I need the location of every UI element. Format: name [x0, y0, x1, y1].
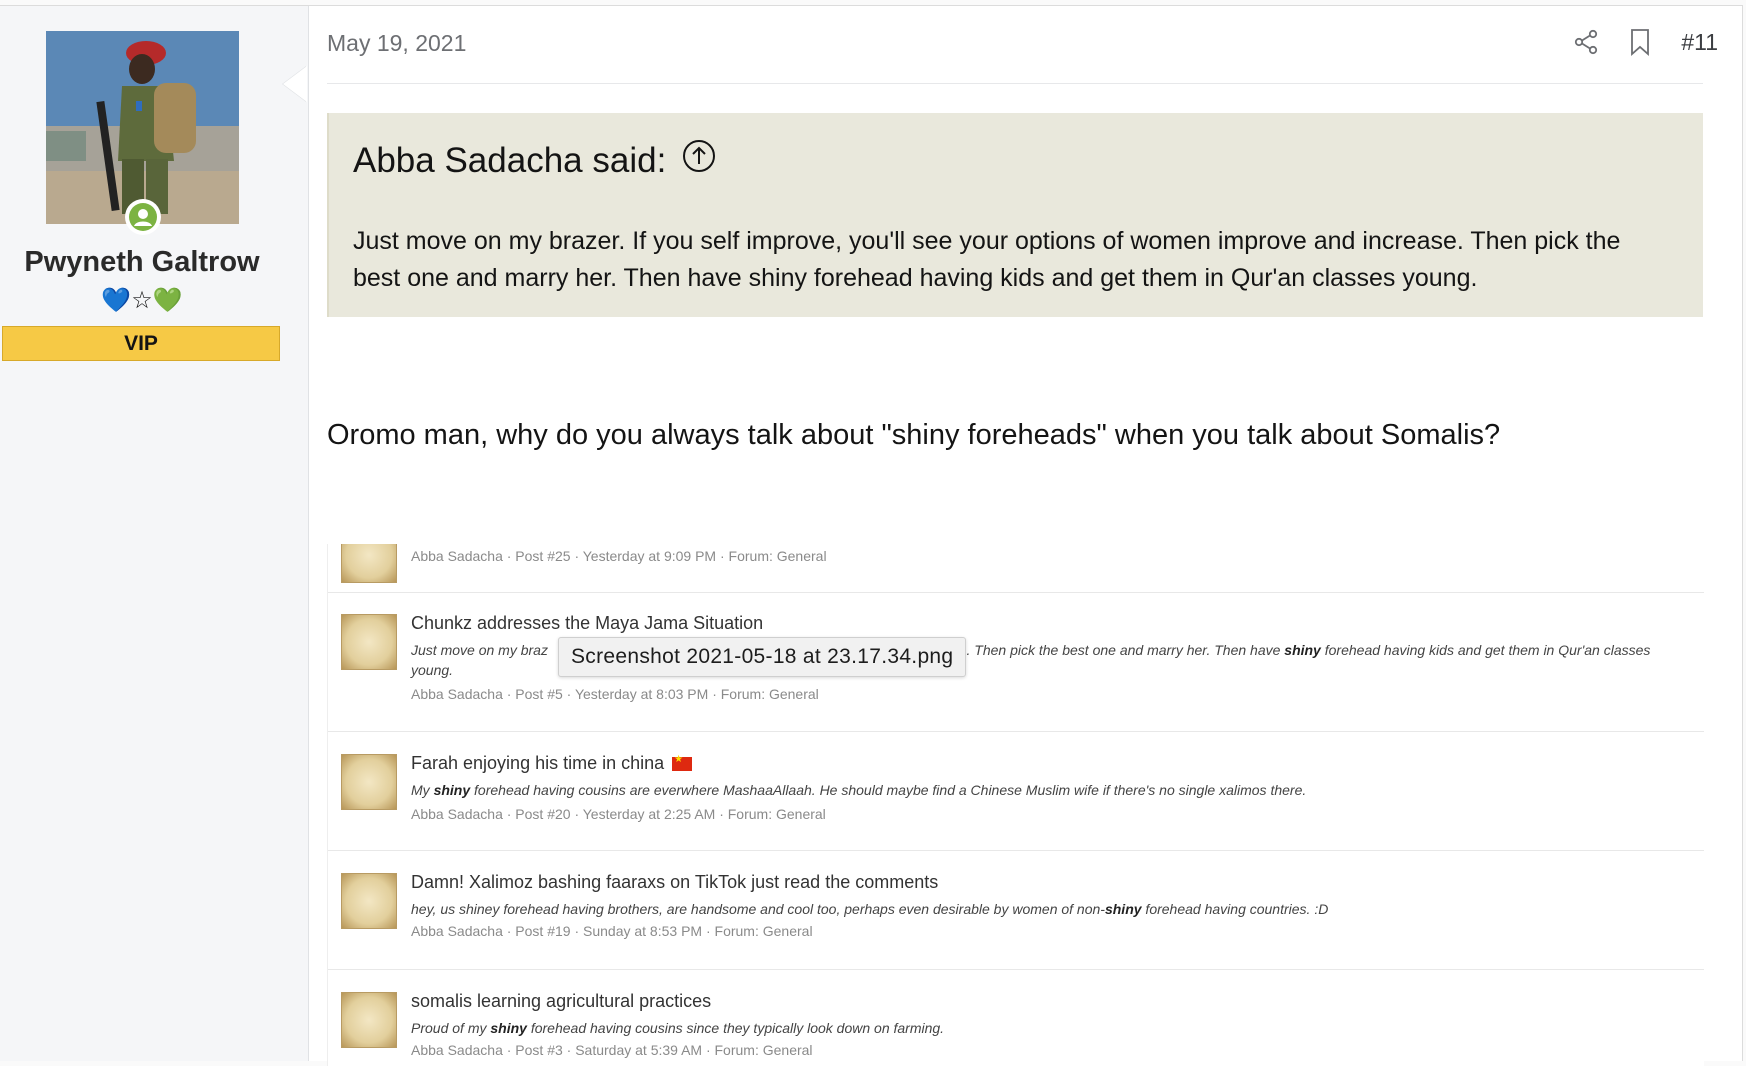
blue-heart-icon: 💙	[101, 286, 132, 314]
search-result-row[interactable]: somalis learning agricultural practices …	[328, 970, 1704, 1066]
green-heart-icon: 💚	[152, 286, 183, 314]
result-meta: Abba Sadacha · Post #3 · Saturday at 5:3…	[411, 1042, 813, 1058]
result-snippet: My shiny forehead having cousins are eve…	[411, 782, 1307, 798]
avatar-wrap[interactable]	[46, 31, 239, 235]
china-flag-icon	[672, 754, 693, 772]
post-pointer-arrow	[283, 66, 307, 102]
result-thumbnail	[341, 873, 397, 929]
result-meta: Abba Sadacha · Post #20 · Yesterday at 2…	[411, 806, 826, 822]
result-meta: Abba Sadacha · Post #19 · Sunday at 8:53…	[411, 923, 813, 939]
header-divider	[327, 83, 1703, 84]
post-container: Pwyneth Galtrow 💙☆💚 VIP May 19, 2021 #11…	[0, 5, 1743, 1066]
result-meta: Abba Sadacha · Post #5 · Yesterday at 8:…	[411, 686, 819, 702]
star-outline-icon: ☆	[131, 286, 153, 314]
result-title[interactable]: Farah enjoying his time in china	[411, 753, 693, 774]
result-thumbnail	[341, 614, 397, 670]
vip-badge: VIP	[2, 326, 280, 361]
post-date[interactable]: May 19, 2021	[327, 30, 466, 57]
search-result-row[interactable]: Farah enjoying his time in china My shin…	[328, 732, 1704, 851]
result-title[interactable]: Damn! Xalimoz bashing faaraxs on TikTok …	[411, 872, 938, 893]
search-result-row[interactable]: Damn! Xalimoz bashing faaraxs on TikTok …	[328, 851, 1704, 970]
username[interactable]: Pwyneth Galtrow	[0, 246, 284, 279]
search-result-row[interactable]: Abba Sadacha · Post #25 · Yesterday at 9…	[328, 544, 1704, 593]
post-body-text: Oromo man, why do you always talk about …	[327, 419, 1501, 451]
quote-text: Just move on my brazer. If you self impr…	[353, 227, 1621, 292]
post-number-link[interactable]: #11	[1681, 29, 1718, 56]
result-meta: Abba Sadacha · Post #25 · Yesterday at 9…	[411, 548, 827, 564]
post-header-actions: #11	[1573, 28, 1718, 56]
avatar[interactable]	[46, 31, 239, 224]
result-thumbnail	[341, 544, 397, 583]
quote-block: Abba Sadacha said: Just move on my braze…	[327, 113, 1703, 317]
result-title[interactable]: Chunkz addresses the Maya Jama Situation	[411, 613, 763, 634]
share-icon[interactable]	[1573, 29, 1599, 55]
user-emoji-flair: 💙☆💚	[0, 286, 284, 314]
bookmark-icon[interactable]	[1629, 28, 1651, 56]
result-snippet: Proud of my shiny forehead having cousin…	[411, 1020, 945, 1036]
user-sidebar: Pwyneth Galtrow 💙☆💚 VIP	[0, 6, 309, 1061]
result-thumbnail	[341, 754, 397, 810]
soldier-photo-avatar	[46, 31, 239, 224]
quote-attribution[interactable]: Abba Sadacha said:	[353, 139, 716, 182]
quote-author-said[interactable]: Abba Sadacha said:	[353, 141, 666, 181]
search-result-row[interactable]: Chunkz addresses the Maya Jama Situation…	[328, 592, 1704, 732]
filename-tooltip: Screenshot 2021-05-18 at 23.17.34.png	[558, 637, 967, 677]
online-user-icon	[125, 199, 161, 235]
result-thumbnail	[341, 992, 397, 1048]
result-title[interactable]: somalis learning agricultural practices	[411, 991, 711, 1012]
arrow-up-circle-icon[interactable]	[682, 139, 716, 182]
result-snippet: hey, us shiney forehead having brothers,…	[411, 901, 1329, 917]
attached-screenshot-image[interactable]: Abba Sadacha · Post #25 · Yesterday at 9…	[327, 544, 1704, 1066]
